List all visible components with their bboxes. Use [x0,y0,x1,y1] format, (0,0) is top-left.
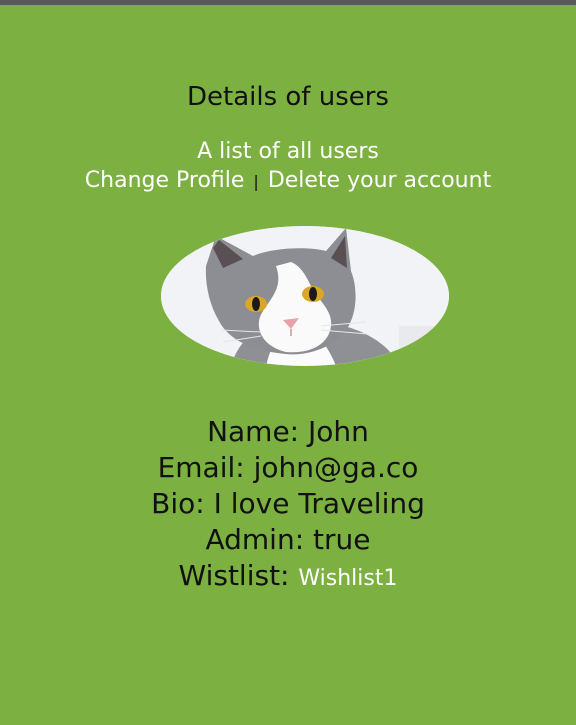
admin-value: true [313,523,371,556]
email-label: Email: [157,451,254,484]
user-details: Name: John Email: john@ga.co Bio: I love… [0,414,576,597]
page-title: Details of users [187,82,389,112]
list-users-row: A list of all users [0,137,576,166]
name-row: Name: John [0,414,576,450]
email-row: Email: john@ga.co [0,450,576,486]
link-separator: | [253,172,259,191]
wishlist-link[interactable]: Wishlist1 [298,566,397,591]
admin-row: Admin: true [0,522,576,558]
account-links-row: Change Profile | Delete your account [0,166,576,196]
top-bar [0,0,576,5]
bio-row: Bio: I love Traveling [0,486,576,522]
bio-value: I love Traveling [213,487,425,520]
name-value: John [308,415,369,448]
wishlist-label: Wistlist: [178,559,299,592]
admin-label: Admin: [205,523,314,556]
list-users-link[interactable]: A list of all users [197,139,379,164]
nav-links: A list of all users Change Profile | Del… [0,137,576,196]
email-value: john@ga.co [253,451,419,484]
cat-avatar-image [161,226,449,366]
avatar [161,226,449,366]
wishlist-row: Wistlist: Wishlist1 [0,558,576,597]
delete-account-link[interactable]: Delete your account [268,168,491,193]
change-profile-link[interactable]: Change Profile [85,168,245,193]
bio-label: Bio: [151,487,214,520]
name-label: Name: [207,415,309,448]
